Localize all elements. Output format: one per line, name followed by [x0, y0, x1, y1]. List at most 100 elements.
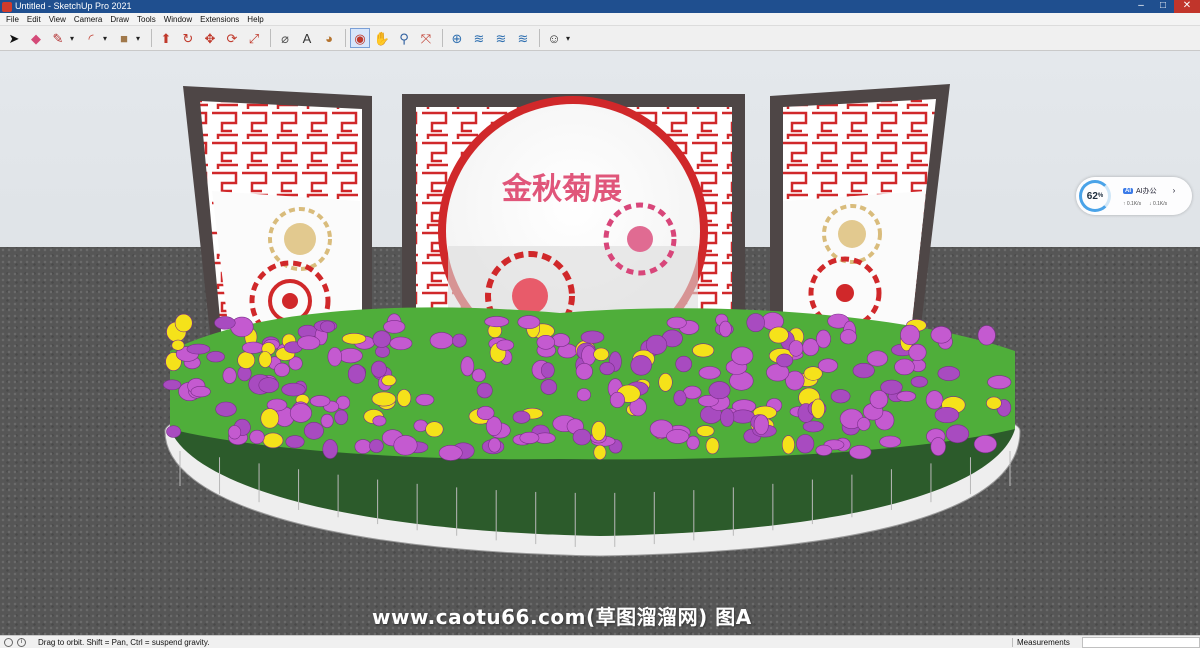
rotate-icon: ⟳ [226, 30, 238, 46]
arc-tool-dropdown-icon[interactable]: ▾ [103, 34, 111, 43]
flower-bloom [517, 315, 541, 329]
zoom-tool[interactable]: ⚲ [394, 28, 414, 48]
select-icon: ➤ [8, 30, 20, 46]
cpu-percent-sign: % [1097, 193, 1104, 199]
paint-bucket-icon: ◕ [325, 30, 333, 46]
flower-bloom [934, 406, 960, 423]
flower-bloom [696, 425, 715, 437]
flower-bloom [540, 362, 555, 379]
move-tool[interactable]: ✥ [200, 28, 220, 48]
geolocation-icon[interactable] [4, 637, 13, 647]
flower-bloom [781, 435, 795, 455]
instructor-info-icon[interactable]: i [17, 637, 26, 647]
line-tool-dropdown-icon[interactable]: ▾ [70, 34, 78, 43]
tape-measure-tool[interactable]: ⌀ [275, 28, 295, 48]
flower-bloom [381, 374, 397, 387]
text-tool[interactable]: A [297, 28, 317, 48]
flower-bloom [206, 351, 225, 363]
flower-bloom [303, 421, 324, 440]
chevron-right-icon[interactable]: › [1173, 186, 1176, 195]
account-tool[interactable]: ☺ [544, 28, 564, 48]
menu-help[interactable]: Help [243, 15, 267, 24]
move-icon: ✥ [204, 30, 216, 46]
flower-bloom [174, 313, 193, 333]
flower-bloom [484, 316, 510, 328]
measurements-input[interactable] [1082, 636, 1200, 648]
flower-bloom [222, 367, 237, 384]
flower-bloom [327, 347, 342, 367]
menu-camera[interactable]: Camera [70, 15, 106, 24]
follow-me-tool[interactable]: ↻ [178, 28, 198, 48]
3d-warehouse-icon: ≋ [473, 30, 485, 46]
3d-viewport[interactable]: 金秋菊展 www.caotu66.com(草图溜溜网) 图A 62 % AI A… [0, 51, 1200, 635]
arc-tool[interactable]: ◜ [81, 28, 101, 48]
flower-bloom [228, 425, 242, 440]
menu-draw[interactable]: Draw [106, 15, 133, 24]
select-tool[interactable]: ➤ [4, 28, 24, 48]
maximize-button[interactable]: □ [1152, 0, 1174, 13]
flower-bloom [930, 437, 946, 456]
flower-bloom [925, 390, 944, 410]
flower-bloom [347, 364, 366, 384]
account-tool-dropdown-icon[interactable]: ▾ [566, 34, 574, 43]
text-icon: A [302, 30, 312, 46]
flower-bloom [237, 351, 256, 369]
eraser-tool[interactable]: ◆ [26, 28, 46, 48]
flower-bloom [879, 435, 902, 448]
extension-warehouse-tool[interactable]: ≋ [491, 28, 511, 48]
close-button[interactable]: ✕ [1174, 0, 1200, 13]
flower-bloom [171, 339, 185, 351]
zoom-extents-tool[interactable]: ⤧ [416, 28, 436, 48]
flower-bloom [609, 391, 625, 408]
orbit-tool[interactable]: ◉ [350, 28, 370, 48]
eraser-icon: ◆ [31, 30, 41, 46]
flower-bloom [720, 408, 735, 427]
flower-bloom [540, 379, 557, 395]
add-location-tool[interactable]: ⊕ [447, 28, 467, 48]
arc-icon: ◜ [88, 30, 94, 46]
line-tool[interactable]: ✎ [48, 28, 68, 48]
pan-tool[interactable]: ✋ [372, 28, 392, 48]
flower-display-model: 金秋菊展 [163, 84, 1021, 557]
toolbar-separator [442, 29, 443, 47]
flower-bloom [987, 375, 1012, 390]
ai-badge-icon: AI [1123, 187, 1133, 194]
flower-bloom [692, 343, 715, 358]
shape-tool[interactable]: ■ [114, 28, 134, 48]
system-monitor-widget[interactable]: 62% AI AI办公 › ↑ 0.1K/s ↓ 0.1K/s [1076, 177, 1192, 215]
flower-bloom [163, 379, 182, 391]
push-pull-tool[interactable]: ⬆ [156, 28, 176, 48]
zoom-icon: ⚲ [399, 30, 409, 46]
menu-view[interactable]: View [45, 15, 70, 24]
menu-edit[interactable]: Edit [23, 15, 45, 24]
shape-tool-dropdown-icon[interactable]: ▾ [136, 34, 144, 43]
download-speed: ↓ 0.1K/s [1149, 200, 1168, 207]
menu-extensions[interactable]: Extensions [196, 15, 243, 24]
orbit-icon: ◉ [354, 30, 366, 46]
flower-bloom [645, 334, 668, 355]
3d-warehouse-tool[interactable]: ≋ [469, 28, 489, 48]
flower-bloom [908, 343, 927, 361]
menu-tools[interactable]: Tools [133, 15, 160, 24]
paint-bucket-tool[interactable]: ◕ [319, 28, 339, 48]
flower-bloom [354, 439, 372, 454]
flower-bloom [285, 435, 305, 449]
menu-window[interactable]: Window [160, 15, 196, 24]
shape-icon: ■ [120, 30, 128, 46]
measurements-label: Measurements [1012, 637, 1082, 647]
menu-file[interactable]: File [2, 15, 23, 24]
ai-office-label[interactable]: AI办公 [1136, 186, 1157, 196]
scale-tool[interactable]: ⤢ [244, 28, 264, 48]
flower-bloom [666, 429, 690, 444]
flower-bloom [322, 439, 338, 459]
flower-bloom [260, 408, 280, 429]
flower-bloom [768, 326, 789, 344]
line-icon: ✎ [52, 30, 64, 46]
flower-bloom [289, 403, 312, 423]
minimize-button[interactable]: – [1130, 0, 1152, 13]
rotate-tool[interactable]: ⟳ [222, 28, 242, 48]
flower-bloom [945, 424, 970, 444]
flower-bloom [849, 445, 872, 460]
layout-tool[interactable]: ≋ [513, 28, 533, 48]
flower-bloom [415, 393, 435, 406]
